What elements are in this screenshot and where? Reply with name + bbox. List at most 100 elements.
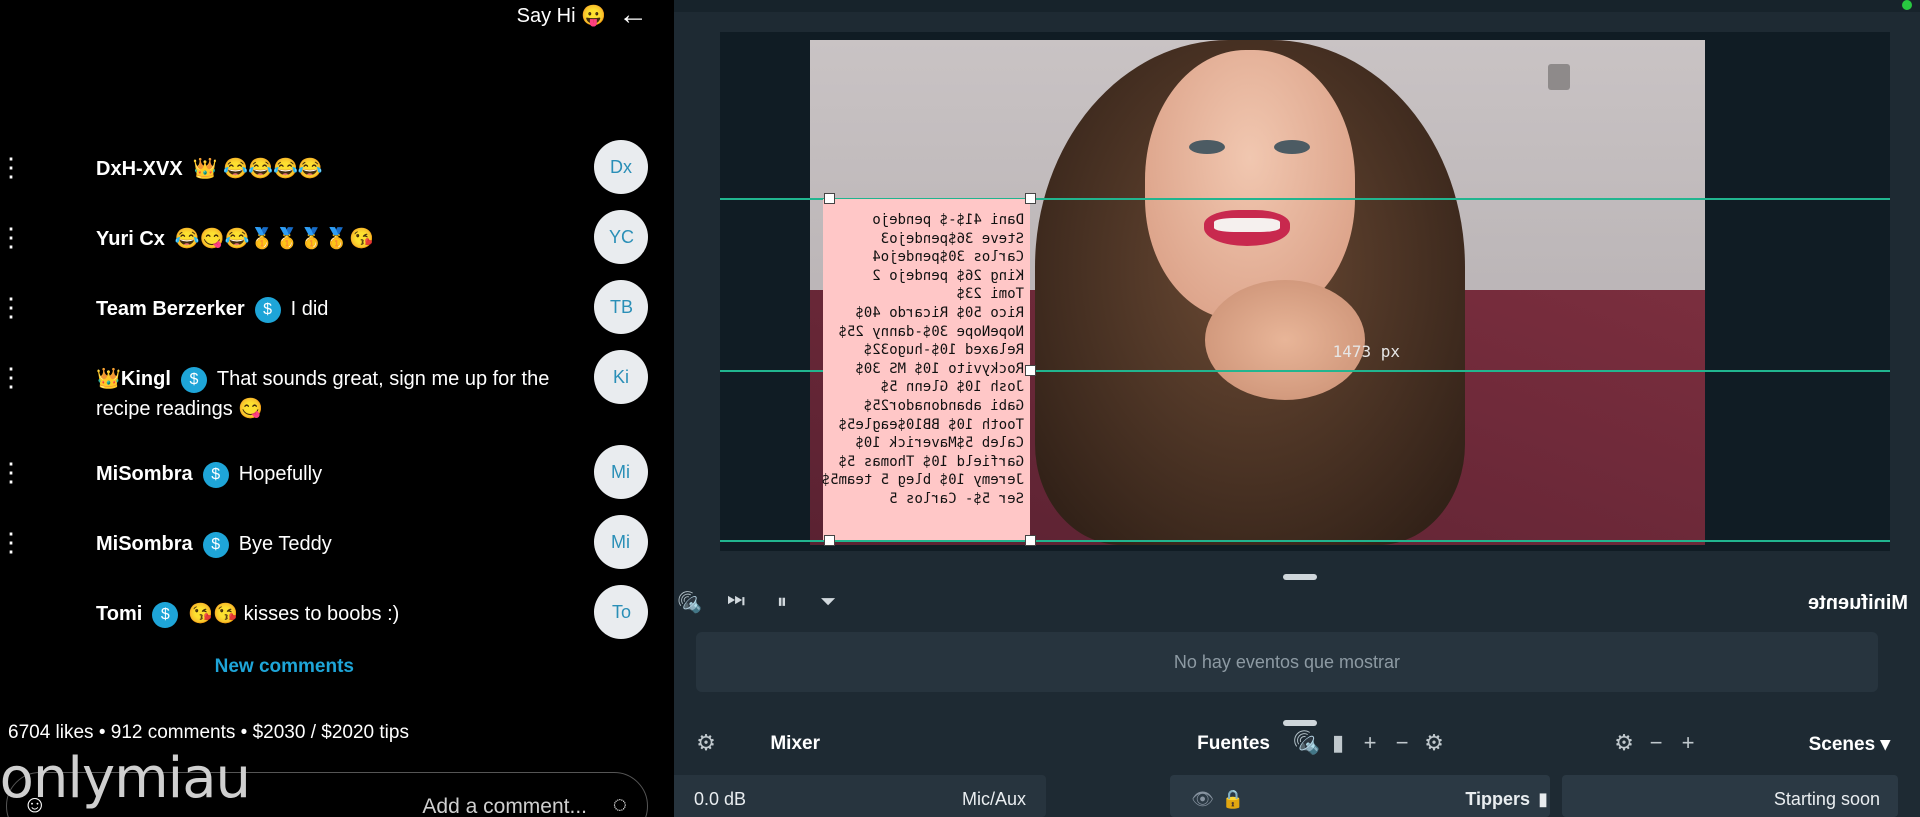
tipper-line: Josh 10$ Glenn 5$ [880, 379, 1024, 396]
screen: 1473 px Dani 41$-$ pendejo Steve 36$pend… [0, 0, 1920, 817]
commenter-name[interactable]: Team Berzerker [96, 298, 245, 320]
source-audio-icon[interactable]: 🔊 [1293, 730, 1320, 756]
scene-settings-icon[interactable]: ⚙ [1612, 730, 1636, 756]
scenes-title[interactable]: Scenes ▾ [1809, 733, 1890, 756]
new-comments-link[interactable]: New comments [215, 656, 354, 678]
commenter-name[interactable]: Yuri Cx [96, 228, 165, 250]
avatar-initials: YC [608, 226, 634, 247]
lock-icon[interactable]: 🔒 [1222, 789, 1244, 810]
avatar[interactable]: Ki [594, 350, 648, 404]
avatar-initials: Mi [611, 461, 631, 482]
sources-dock: Fuentes 🔊 ▮ + − ⚙ 👁 🔒 Tippers ▮ [1170, 730, 1550, 817]
audio-icon[interactable]: 🔊 [677, 590, 702, 615]
avatar[interactable]: Dx [594, 140, 648, 194]
tip-badge: $ [202, 531, 229, 558]
pause-icon[interactable]: ⏸ [770, 591, 794, 614]
minifuente-title: Minifuente [1808, 592, 1908, 614]
mixer-channel: Mic/Aux 0.0 dB [666, 775, 1046, 817]
source-item[interactable]: Tippers [1465, 789, 1530, 810]
comment-body: Tomi $ 😘😘 kisses to boobs :) [96, 599, 566, 629]
commenter-name[interactable]: MiSombra [96, 533, 193, 555]
comment-body: MiSombra $ Hopefully [96, 459, 566, 489]
commenter-name[interactable]: Tomi [96, 603, 142, 625]
arrow-icon[interactable]: → [618, 0, 648, 31]
video-eye [1189, 140, 1225, 154]
avatar[interactable]: Mi [594, 445, 648, 499]
tipper-line: Rico 50$ Ricardo 40$ [855, 304, 1024, 321]
distance-label: 1473 px [1332, 342, 1400, 361]
mirrored-capture: 1473 px Dani 41$-$ pendejo Steve 36$pend… [0, 0, 1920, 817]
tipper-line: Caleb 5$Maverick 10$ [855, 435, 1024, 452]
avatar[interactable]: Mi [594, 515, 648, 569]
status-dot [1902, 0, 1912, 10]
add-folder-icon[interactable]: ▮ [1326, 730, 1350, 756]
source-settings-icon[interactable]: ⚙ [1422, 730, 1446, 756]
tip-badge: $ [180, 366, 207, 393]
video-face [1145, 50, 1355, 320]
tippers-text-source[interactable]: Dani 41$-$ pendejo Steve 36$pendejo3 Car… [821, 199, 1030, 540]
remove-source-icon[interactable]: − [1390, 730, 1414, 756]
avatar[interactable]: To [594, 585, 648, 639]
tipper-line: Steve 36$pendejo3 [880, 230, 1024, 247]
more-options-icon[interactable]: ⋮ [0, 222, 24, 252]
scene-item[interactable]: Starting soon [1774, 789, 1880, 810]
add-source-icon[interactable]: + [1358, 730, 1382, 756]
commenter-name[interactable]: MiSombra [96, 463, 193, 485]
commenter-name[interactable]: DxH-XVX [96, 158, 183, 180]
preview-canvas[interactable]: 1473 px Dani 41$-$ pendejo Steve 36$pend… [720, 32, 1890, 551]
loading-icon: ◌ [612, 791, 627, 817]
say-hi-bar[interactable]: → Say Hi 😛 [516, 0, 648, 31]
comments-feed: → Say Hi 😛 Dx DxH-XVX 👑 😂😂😂😂 ⋮ YC Yuri Cx… [0, 0, 674, 817]
avatar-initials: Ki [613, 366, 630, 387]
resize-handle[interactable] [824, 535, 835, 546]
more-options-icon[interactable]: ⋮ [0, 152, 24, 182]
tipper-line: Jeremy 10$ bleg 5 team5$ [821, 472, 1024, 489]
comment-text: 😂😋😂🥇🥇🥇🥇😘 [174, 228, 375, 250]
panel-splitter[interactable] [1283, 574, 1317, 580]
video-wall-switch [1548, 64, 1570, 90]
avatar[interactable]: TB [594, 280, 648, 334]
remove-scene-icon[interactable]: − [1644, 730, 1668, 756]
comment-item: Mi MiSombra $ Bye Teddy ⋮ [0, 515, 648, 571]
commenter-name[interactable]: 👑Kingl [96, 368, 171, 390]
scenes-dock: Scenes ▾ + − ⚙ Starting soon [1560, 730, 1900, 817]
comment-body: 👑Kingl $ That sounds great, sign me up for… [96, 364, 566, 424]
tipper-line: Dani 41$-$ pendejo [872, 212, 1024, 228]
previous-icon[interactable]: ⏮ [724, 591, 748, 614]
tipper-line: Garfield 10$ Thomas 5$ [838, 453, 1024, 470]
avatar-initials: Dx [610, 156, 632, 177]
guide-line-bottom [720, 540, 1890, 542]
mixer-settings-icon[interactable]: ⚙ [694, 730, 718, 756]
tip-badge: $ [254, 296, 281, 323]
comment-text: I did [290, 298, 329, 320]
resize-handle[interactable] [1025, 535, 1036, 546]
comment-item: TB Team Berzerker $ I did ⋮ [0, 280, 648, 336]
filter-icon[interactable]: ⏷ [816, 591, 840, 614]
scene-list: Starting soon [1562, 775, 1898, 817]
more-options-icon[interactable]: ⋮ [0, 362, 24, 392]
more-options-icon[interactable]: ⋮ [0, 527, 24, 557]
tipper-line: Tooth 10$ BB10$eagle5$ [838, 416, 1024, 433]
tip-badge: $ [152, 601, 179, 628]
mixer-level: 0.0 dB [693, 789, 746, 809]
avatar-initials: Mi [611, 531, 631, 552]
avatar[interactable]: YC [594, 210, 648, 264]
resize-handle[interactable] [824, 193, 835, 204]
post-stats: 6704 likes • 912 comments • $2030 / $202… [8, 722, 409, 743]
tipper-line: Ser 5$- Carlos 5 [889, 490, 1024, 507]
panel-splitter[interactable] [1283, 720, 1317, 726]
source-list: 👁 🔒 Tippers ▮ [1170, 775, 1550, 817]
tipper-line: Gabi abandonador25$ [863, 397, 1024, 414]
eye-icon[interactable]: 👁 [1191, 789, 1214, 810]
resize-handle[interactable] [1025, 365, 1036, 376]
file-icon: ▮ [1538, 789, 1548, 809]
more-options-icon[interactable]: ⋮ [0, 292, 24, 322]
resize-handle[interactable] [1025, 193, 1036, 204]
add-scene-icon[interactable]: + [1676, 730, 1700, 756]
add-comment-placeholder[interactable]: Add a comment... [422, 795, 587, 817]
say-hi-text: Say Hi 😛 [516, 4, 606, 27]
comment-body: MiSombra $ Bye Teddy [96, 529, 566, 559]
mixer-dock: Mixer ⚙ Mic/Aux 0.0 dB [666, 730, 1150, 817]
more-options-icon[interactable]: ⋮ [0, 457, 24, 487]
tipper-line: King 26$ pendejo 2 [872, 267, 1024, 284]
